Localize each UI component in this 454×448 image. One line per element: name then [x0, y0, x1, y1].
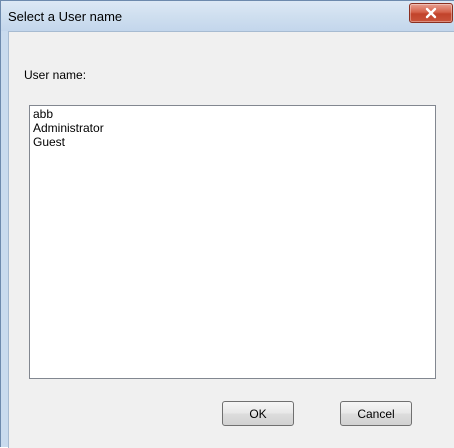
- title-bar: Select a User name: [1, 1, 454, 31]
- window-title: Select a User name: [8, 9, 123, 24]
- list-item-abb[interactable]: abb: [30, 107, 435, 121]
- username-label: User name:: [24, 68, 87, 82]
- list-item-administrator[interactable]: Administrator: [30, 121, 435, 135]
- cancel-button[interactable]: Cancel: [340, 401, 412, 426]
- user-name-listbox[interactable]: abb Administrator Guest: [29, 105, 436, 379]
- select-user-dialog: Select a User name User name: abb Admini…: [0, 0, 454, 448]
- close-icon: [410, 4, 452, 22]
- ok-button[interactable]: OK: [222, 401, 294, 426]
- dialog-body: User name: abb Administrator Guest OK Ca…: [8, 31, 454, 448]
- close-button[interactable]: [409, 3, 453, 23]
- list-item-guest[interactable]: Guest: [30, 135, 435, 149]
